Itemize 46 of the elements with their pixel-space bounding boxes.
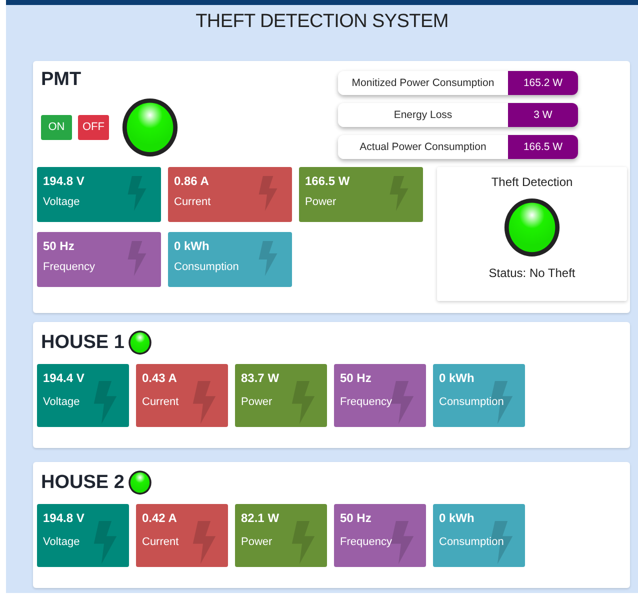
metric-label: Power — [241, 396, 274, 408]
metric-value: 50 Hz — [43, 239, 76, 253]
lightning-icon — [190, 381, 216, 424]
metric-label: Current — [142, 536, 180, 548]
metric-value: 0 kWh — [439, 371, 476, 386]
metric-label: Frequency — [340, 396, 393, 408]
reading-value: 3 W — [508, 103, 578, 127]
reading-value: 166.5 W — [508, 135, 578, 159]
metric-label: Power — [241, 536, 274, 548]
page-title: THEFT DETECTION SYSTEM — [194, 11, 450, 33]
reading-value: 165.2 W — [508, 71, 578, 95]
metric-value: 194.8 V — [43, 174, 86, 188]
metric-value: 82.1 W — [241, 511, 280, 526]
metric-label: Frequency — [340, 536, 393, 548]
metric-label: Frequency — [43, 261, 96, 273]
off-button[interactable]: OFF — [78, 114, 109, 140]
metric-value: 83.7 W — [241, 371, 280, 386]
lightning-icon — [190, 521, 216, 564]
reading-label: Monitized Power Consumption — [338, 71, 508, 95]
metric-value: 0 kWh — [439, 511, 476, 526]
metric-label: Voltage — [43, 396, 81, 408]
metric-value: 194.4 V — [43, 371, 86, 386]
metric-value: 0.86 A — [174, 174, 210, 188]
metric-value: 0.43 A — [142, 371, 178, 386]
panel-title: Theft Detection — [491, 175, 573, 189]
metric-label: Current — [174, 196, 212, 208]
on-button[interactable]: ON — [41, 114, 72, 140]
metric-value: 0.42 A — [142, 511, 178, 526]
metric-label: Power — [305, 196, 338, 208]
section-title: PMT — [41, 69, 82, 91]
reading-label: Energy Loss — [338, 103, 508, 127]
metric-label: Consumption — [439, 536, 505, 548]
reading-label: Actual Power Consumption — [338, 135, 508, 159]
theft-status: Status: No Theft — [488, 266, 576, 280]
metric-value: 50 Hz — [340, 371, 372, 386]
metric-value: 194.8 V — [43, 511, 86, 526]
metric-label: Consumption — [439, 396, 505, 408]
metric-label: Current — [142, 396, 180, 408]
metric-value: 166.5 W — [305, 174, 351, 188]
metric-label: Consumption — [174, 261, 240, 273]
metric-value: 50 Hz — [340, 511, 372, 526]
section-title: HOUSE 2 — [41, 472, 124, 494]
section-title: HOUSE 1 — [41, 332, 124, 354]
metric-label: Voltage — [43, 196, 81, 208]
metric-value: 0 kWh — [174, 239, 210, 253]
metric-label: Voltage — [43, 536, 81, 548]
